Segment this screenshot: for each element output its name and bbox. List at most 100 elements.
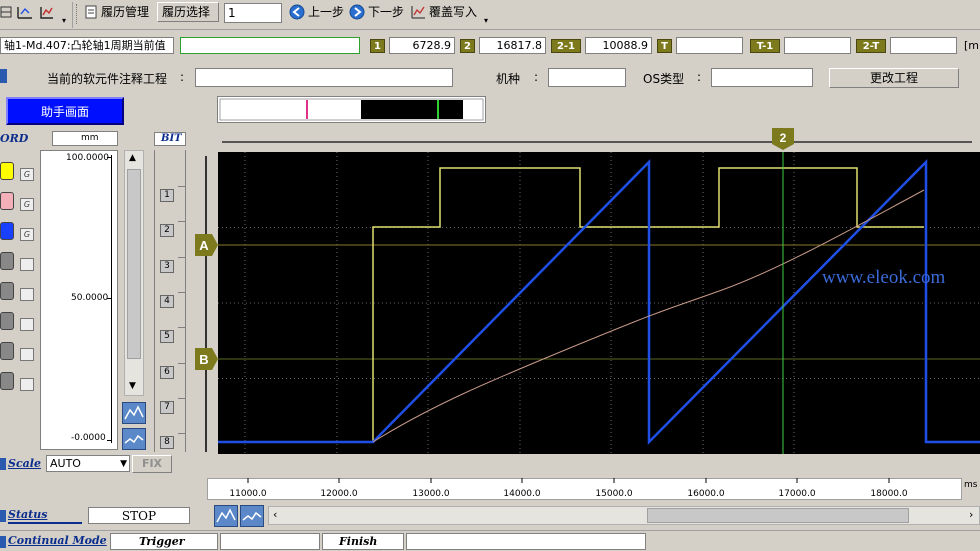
fix-button[interactable]: FIX [132, 455, 172, 473]
bit-box-4[interactable]: 4 [160, 294, 174, 308]
finish-field: Finish [322, 533, 404, 550]
time-axis: 11000.0 12000.0 13000.0 14000.0 15000.0 16000… [229, 478, 908, 499]
unit-field: mm [52, 131, 118, 146]
scale-mid-label: 50.0000 [71, 293, 109, 303]
scroll-right-icon[interactable]: › [969, 508, 973, 521]
h-zoom-out-button[interactable] [240, 505, 264, 527]
bit-box-3[interactable]: 3 [160, 259, 174, 273]
cursor-a-marker-label: A [199, 238, 209, 253]
signal-5-color[interactable] [0, 282, 14, 300]
prev-step-button[interactable]: 上一步 [289, 2, 344, 22]
signal-7-slot[interactable] [20, 348, 34, 361]
signal-6-color[interactable] [0, 312, 14, 330]
overview-bar[interactable] [217, 96, 487, 124]
overwrite-button[interactable]: 覆盖写入 [410, 2, 477, 22]
cursor-2-label: 2 [460, 39, 475, 53]
change-project-button[interactable]: 更改工程 [829, 68, 959, 88]
model-colon: : [534, 70, 539, 84]
signal-8-slot[interactable] [20, 378, 34, 391]
word-scrollbar[interactable]: ▲ ▼ [124, 150, 144, 396]
history-select-button[interactable]: 履历选择 [157, 2, 219, 22]
bit-tick-7 [178, 397, 186, 399]
signal-5-slot[interactable] [20, 288, 34, 301]
next-step-button[interactable]: 下一步 [349, 2, 404, 22]
signal-8-color[interactable] [0, 372, 14, 390]
scale-tick-bot [107, 440, 111, 441]
zoom-in-button[interactable] [122, 402, 146, 424]
bit-label: BIT [161, 133, 182, 144]
scale-label: Scale [8, 457, 41, 470]
status-icon [0, 510, 6, 522]
signal-3-g-button[interactable]: G [20, 228, 34, 241]
bit-box-1[interactable]: 1 [160, 189, 174, 202]
time-unit-label: ms [964, 480, 978, 490]
model-value-field[interactable] [548, 68, 626, 87]
signal-2-g-button[interactable]: G [20, 198, 34, 211]
scroll-left-icon[interactable]: ‹ [273, 508, 277, 521]
zoom-out-button[interactable] [122, 428, 146, 450]
project-row-icon[interactable] [0, 69, 7, 83]
toolbar-icon-3[interactable] [38, 2, 56, 22]
scale-bot-label: -0.0000 [71, 433, 106, 443]
toolbar-icon-1[interactable] [0, 2, 12, 22]
project-value-field[interactable] [195, 68, 453, 87]
bit-tick-3 [178, 256, 186, 258]
cursor-row: 轴1-Md.407:凸轮轴1周期当前值 1 6728.9 2 16817.8 2… [0, 34, 980, 58]
status-row: Status STOP ‹ › [0, 505, 980, 527]
signal-name-field[interactable]: 轴1-Md.407:凸轮轴1周期当前值 [0, 37, 174, 54]
h-scroll-thumb[interactable] [647, 508, 909, 523]
toolbar-overflow-1[interactable]: ▾ [62, 16, 70, 26]
x-tick-label-6: 17000.0 [778, 489, 815, 499]
bit-box-6[interactable]: 6 [160, 365, 174, 379]
bit-box-8[interactable]: 8 [160, 436, 174, 450]
horizontal-scrollbar[interactable]: ‹ › [268, 506, 980, 525]
scale-select[interactable]: AUTO ▼ [46, 455, 130, 472]
cursor-2-1-label: 2-1 [551, 39, 581, 53]
os-label: OS类型 [643, 72, 685, 86]
signal-1-color[interactable] [0, 162, 14, 180]
signal-6-slot[interactable] [20, 318, 34, 331]
helper-screen-button[interactable]: 助手画面 [6, 97, 124, 125]
scroll-thumb[interactable] [127, 169, 141, 359]
dropdown-arrow-icon: ▼ [120, 459, 127, 469]
trigger-label: Trigger [139, 535, 185, 548]
x-tick-label-0: 11000.0 [229, 489, 266, 499]
signal-comment-field[interactable] [180, 37, 360, 54]
bit-box-5[interactable]: 5 [160, 330, 174, 344]
project-colon: : [180, 70, 185, 84]
os-value-field[interactable] [711, 68, 813, 87]
status-label: Status [8, 508, 48, 521]
cursor-2-1-value: 10088.9 [585, 37, 652, 54]
prev-step-label: 上一步 [308, 5, 345, 19]
signal-4-color[interactable] [0, 252, 14, 270]
toolbar-icon-2[interactable] [16, 2, 34, 22]
signal-4-slot[interactable] [20, 258, 34, 271]
model-label: 机种 [496, 72, 521, 86]
signal-1-g-button[interactable]: G [20, 168, 34, 181]
toolbar-overflow-2[interactable]: ▾ [484, 16, 492, 26]
status-value: STOP [88, 507, 190, 524]
chart-write-icon [411, 6, 425, 19]
scroll-up-icon[interactable]: ▲ [129, 153, 136, 163]
word-header: ORD [0, 131, 30, 145]
signal-7-color[interactable] [0, 342, 14, 360]
scale-tick-top [107, 157, 111, 158]
cursor-t-1-value [784, 37, 851, 54]
toolbar: ▾ 履历管理 履历选择 1 上一步 下一步 覆盖写入 ▾ [0, 0, 980, 30]
h-zoom-in-button[interactable] [214, 505, 238, 527]
bit-box-2[interactable]: 2 [160, 224, 174, 238]
bit-box-7[interactable]: 7 [160, 400, 174, 414]
wave-zoom-icon [124, 405, 144, 420]
x-tick-label-7: 18000.0 [870, 489, 907, 499]
scale-tick-mid [107, 298, 111, 299]
waveform-chart[interactable]: 2 A Bwww.eleok.com [192, 126, 980, 466]
signal-2-color[interactable] [0, 192, 14, 210]
scroll-down-icon[interactable]: ▼ [129, 381, 136, 391]
watermark-text: www.eleok.com [822, 267, 946, 288]
signal-edit-icon [40, 7, 53, 19]
history-manage-button[interactable]: 履历管理 [84, 2, 149, 22]
signal-3-color[interactable] [0, 222, 14, 240]
overview-window [361, 100, 463, 119]
cursor-1-label: 1 [370, 39, 385, 53]
history-index-input[interactable]: 1 [224, 3, 282, 23]
